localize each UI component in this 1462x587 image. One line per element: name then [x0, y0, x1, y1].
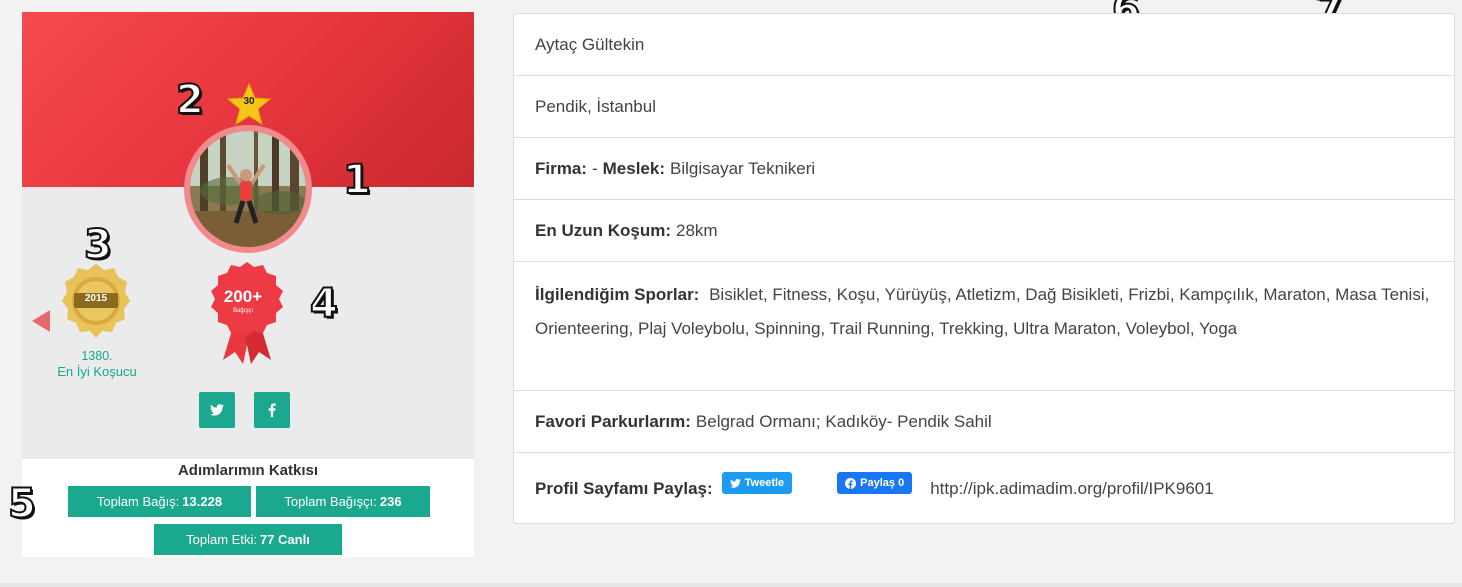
tracks-label: Favori Parkurlarım: [535, 411, 691, 431]
info-row-job: Firma: - Meslek: Bilgisayar Teknikeri [514, 138, 1454, 200]
total-donors-badge: Toplam Bağışçı: 236 [256, 486, 430, 517]
info-row-share: Profil Sayfamı Paylaş: Tweetle Paylaş 0 … [514, 453, 1454, 523]
twitter-icon [210, 404, 224, 416]
prev-arrow-icon[interactable] [32, 310, 50, 332]
info-row-location: Pendik, İstanbul [514, 76, 1454, 138]
twitter-icon [729, 478, 741, 488]
level-number: 30 [243, 96, 255, 107]
twitter-button[interactable] [199, 392, 235, 428]
annotation-1: 1 [342, 157, 372, 203]
rank-label: En İyi Koşucu [57, 364, 137, 379]
profile-url[interactable]: http://ipk.adimadim.org/profil/IPK9601 [930, 479, 1213, 499]
profile-info-panel: Aytaç Gültekin Pendik, İstanbul Firma: -… [513, 13, 1455, 524]
annotation-3: 3 [83, 222, 113, 268]
avatar-photo [190, 131, 306, 247]
facebook-icon [845, 477, 857, 489]
annotation-4: 4 [309, 281, 339, 327]
job-value: Bilgisayar Teknikeri [670, 158, 816, 178]
annotation-5: 5 [7, 481, 37, 527]
info-row-longest-run: En Uzun Koşum: 28km [514, 200, 1454, 262]
rank-number: 1380. [81, 349, 113, 363]
tweet-button-label: Tweetle [744, 477, 785, 489]
job-label: Meslek: [602, 158, 666, 178]
profile-card: 30 2015 1380. En İyi Koşucu 200+ Bağışçı… [22, 12, 474, 557]
total-donation-value: 13.228 [182, 494, 223, 509]
medal-year: 2015 [84, 293, 108, 304]
donation-ribbon-icon[interactable] [207, 260, 287, 368]
share-label: Profil Sayfamı Paylaş: [535, 479, 713, 498]
total-donors-label: Toplam Bağışçı: [284, 494, 377, 509]
donation-badge-label: Bağışçı [232, 308, 253, 314]
company-label: Firma: [535, 158, 587, 178]
total-donation-label: Toplam Bağış: [96, 494, 180, 509]
profile-location: Pendik, İstanbul [535, 96, 656, 116]
profile-name: Aytaç Gültekin [535, 34, 645, 54]
total-impact-value: 77 Canlı [259, 532, 310, 547]
total-impact-badge: Toplam Etki: 77 Canlı [154, 524, 342, 555]
longest-run-label: En Uzun Koşum: [535, 220, 671, 240]
facebook-share-label: Paylaş 0 [860, 477, 905, 489]
facebook-button[interactable] [254, 392, 290, 428]
info-row-sports: İlgilendiğim Sporlar: Bisiklet, Fitness,… [514, 262, 1454, 391]
total-donation-badge: Toplam Bağış: 13.228 [68, 486, 251, 517]
tweet-button[interactable]: Tweetle [721, 472, 793, 494]
annotation-2: 2 [175, 77, 205, 123]
facebook-share-button[interactable]: Paylaş 0 [837, 472, 913, 494]
sports-label: İlgilendiğim Sporlar: [535, 285, 700, 304]
info-row-tracks: Favori Parkurlarım: Belgrad Ormanı; Kadı… [514, 391, 1454, 453]
page-bottom-divider [0, 583, 1462, 587]
longest-run-value: 28km [676, 220, 718, 240]
total-impact-label: Toplam Etki: [186, 532, 257, 547]
avatar[interactable] [184, 125, 312, 253]
company-value: - [591, 158, 598, 178]
tracks-value: Belgrad Ormanı; Kadıköy- Pendik Sahil [695, 411, 992, 431]
total-donors-value: 236 [379, 494, 402, 509]
facebook-icon [268, 403, 276, 417]
contribution-title: Adımlarımın Katkısı [177, 462, 319, 479]
donation-badge-count: 200+ [223, 287, 263, 306]
info-row-name: Aytaç Gültekin [514, 14, 1454, 76]
